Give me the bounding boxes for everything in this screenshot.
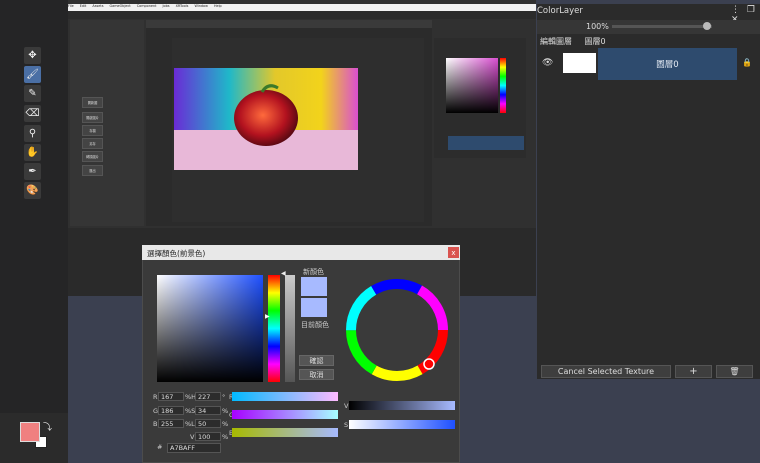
r-slider[interactable] <box>232 392 338 401</box>
s-unit: % <box>222 407 229 415</box>
add-layer-button[interactable]: + <box>675 365 712 378</box>
alpha-marker-icon: ◀ <box>281 270 286 277</box>
editor-menubar: File Edit Assets GameObject Component Jo… <box>68 4 536 11</box>
hand-icon[interactable]: ✋ <box>24 144 41 161</box>
save-as-button[interactable]: 另存 <box>82 138 103 149</box>
saturation-value-square[interactable] <box>157 275 263 382</box>
hue-slider[interactable] <box>268 275 280 382</box>
l-field[interactable]: 50 <box>195 419 221 428</box>
hierarchy-panel <box>70 20 144 226</box>
opacity-slider-handle[interactable] <box>703 22 711 30</box>
new-image-button[interactable]: 開新圖 <box>82 97 103 108</box>
hex-label: # <box>157 443 163 451</box>
menu-file[interactable]: File <box>68 4 74 8</box>
delete-layer-button[interactable]: 🗑 <box>716 365 753 378</box>
h-field[interactable]: 227 <box>195 392 221 401</box>
s-slider[interactable] <box>349 420 455 429</box>
menu-help[interactable]: Help <box>214 4 222 8</box>
s-field[interactable]: 34 <box>195 406 221 415</box>
b-label: B <box>153 420 158 428</box>
g-field[interactable]: 186 <box>158 406 184 415</box>
export-button[interactable]: 匯出 <box>82 165 103 176</box>
convert-image-button[interactable]: 轉換圖片 <box>82 151 103 162</box>
eraser-icon[interactable]: ⌫ <box>24 105 41 122</box>
mini-layers-panel <box>434 132 526 158</box>
alpha-slider[interactable] <box>285 275 295 382</box>
s-label: %S <box>185 407 196 415</box>
menu-component[interactable]: Component <box>137 4 157 8</box>
r-label: R <box>153 393 158 401</box>
move-icon[interactable]: ✥ <box>24 47 41 64</box>
opacity-value: 100% <box>586 22 609 31</box>
pencil-icon[interactable]: ✎ <box>24 85 41 102</box>
s-slider-label: S <box>344 421 349 429</box>
current-color-label: 目前顏色 <box>301 321 329 329</box>
r-field[interactable]: 167 <box>158 392 184 401</box>
v-label: V <box>190 433 195 441</box>
l-label: %L <box>185 420 195 428</box>
mini-layer-row <box>448 136 524 150</box>
scene-tabs <box>146 20 432 28</box>
picker-title: 選擇顏色(前景色) <box>142 245 460 260</box>
g-slider[interactable] <box>232 410 338 419</box>
menu-jobs[interactable]: Jobs <box>163 4 170 8</box>
menu-edit[interactable]: Edit <box>80 4 87 8</box>
menu-assets[interactable]: Assets <box>92 4 103 8</box>
hue-wheel[interactable] <box>343 276 451 384</box>
lock-icon[interactable]: 🔒 <box>742 58 752 67</box>
hue-marker-icon: ▶ <box>265 313 270 320</box>
editor-toolbar <box>68 11 536 19</box>
edit-layer-label: 編輯圖層 <box>540 37 572 46</box>
h-unit: ° <box>222 393 226 401</box>
opacity-slider[interactable] <box>612 25 712 28</box>
open-image-button[interactable]: 開啟圖片 <box>82 112 103 123</box>
panel-title: ColorLayer <box>537 6 583 16</box>
swap-colors-icon[interactable]: ⤵ <box>43 420 52 433</box>
hex-input[interactable]: A7BAFF <box>167 443 221 453</box>
brush-icon[interactable]: 🖌 <box>24 66 41 83</box>
cancel-button[interactable]: 取消 <box>299 369 334 380</box>
l-unit: % <box>222 420 229 428</box>
mini-color-square <box>446 58 498 113</box>
mini-hue-bar <box>500 58 506 113</box>
v-unit: % <box>222 433 229 441</box>
menu-xrtools[interactable]: XRTools <box>176 4 189 8</box>
zoom-icon[interactable]: ⚲ <box>24 125 41 142</box>
new-color-swatch <box>301 277 327 296</box>
layer-thumbnail[interactable] <box>563 53 596 73</box>
menu-gameobject[interactable]: GameObject <box>110 4 131 8</box>
current-color-swatch[interactable] <box>301 298 327 317</box>
v-slider[interactable] <box>349 401 455 410</box>
menu-window[interactable]: Window <box>194 4 207 8</box>
artwork-image[interactable] <box>174 68 358 170</box>
b-slider[interactable] <box>232 428 338 437</box>
eye-icon[interactable]: 👁 <box>542 58 553 68</box>
foreground-color-swatch[interactable] <box>20 422 40 442</box>
confirm-button[interactable]: 確認 <box>299 355 334 366</box>
cancel-selected-texture-button[interactable]: Cancel Selected Texture <box>541 365 671 378</box>
current-layer-label: 圖層0 <box>584 37 606 46</box>
save-button[interactable]: 存檔 <box>82 125 103 136</box>
b-field[interactable]: 255 <box>158 419 184 428</box>
eyedropper-icon[interactable]: ✒ <box>24 163 41 180</box>
layer-name[interactable]: 圖層0 <box>598 48 737 80</box>
palette-icon[interactable]: 🎨 <box>24 182 41 199</box>
new-color-label: 新顏色 <box>303 268 324 276</box>
close-button[interactable]: x <box>448 247 459 258</box>
v-slider-label: V <box>344 402 349 410</box>
v-field[interactable]: 100 <box>195 432 221 441</box>
